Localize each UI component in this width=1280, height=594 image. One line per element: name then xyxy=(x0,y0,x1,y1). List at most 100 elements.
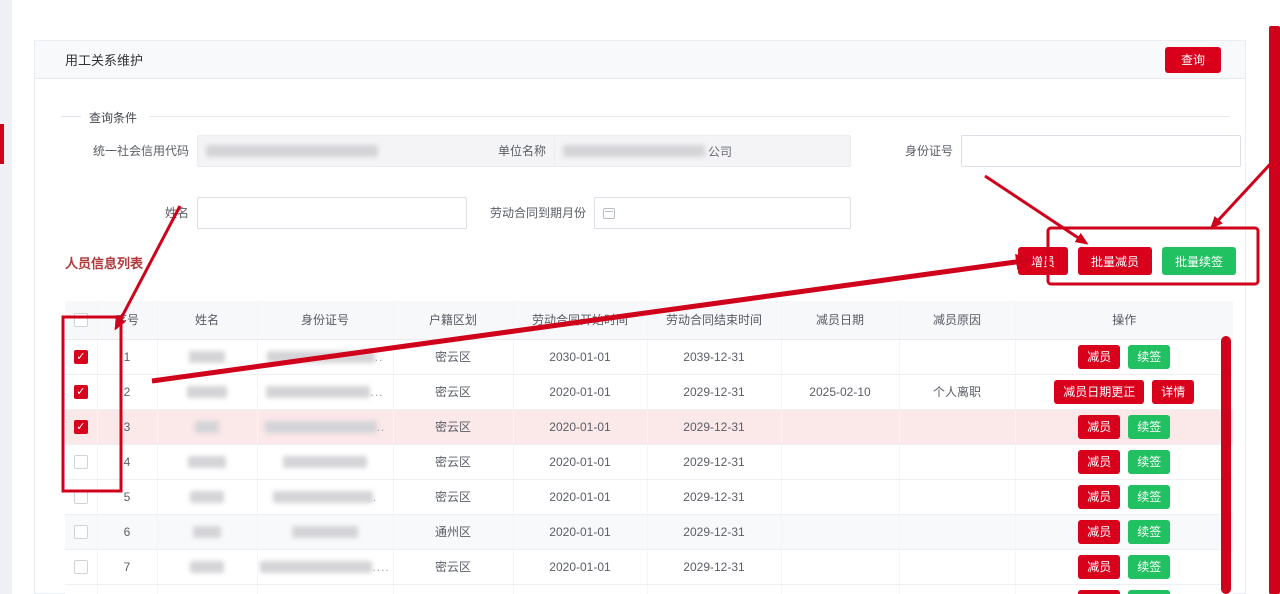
reduce-button[interactable]: 减员 xyxy=(1078,520,1120,544)
reduce-button[interactable]: 减员 xyxy=(1078,415,1120,439)
contract-end-cell: 2029-12-31 xyxy=(647,409,781,444)
contract-start-cell: 2020-01-01 xyxy=(513,514,647,549)
id-cell xyxy=(257,584,393,594)
reduce-date-cell xyxy=(781,584,899,594)
actions-cell: 减员日期更正详情 xyxy=(1015,374,1233,409)
reduce-reason-cell xyxy=(899,444,1015,479)
renew-button[interactable]: 续签 xyxy=(1128,450,1170,474)
contract-start-cell: 2020-01-01 xyxy=(513,409,647,444)
row-checkbox[interactable] xyxy=(74,455,88,469)
renew-button[interactable]: 续签 xyxy=(1128,415,1170,439)
region-cell: 密云区 xyxy=(393,374,513,409)
name-cell xyxy=(157,444,257,479)
renew-button[interactable]: 续签 xyxy=(1128,520,1170,544)
seq-cell: 8 xyxy=(97,584,157,594)
calendar-icon xyxy=(603,208,615,219)
contract-end-cell: 2029-12-31 xyxy=(647,549,781,584)
page-title: 用工关系维护 xyxy=(65,50,143,69)
name-input[interactable] xyxy=(197,197,467,229)
seq-cell: 3 xyxy=(97,409,157,444)
column-header: 减员日期 xyxy=(781,301,899,339)
contract-end-cell: 2029-12-31 xyxy=(647,444,781,479)
detail-button[interactable]: 详情 xyxy=(1152,380,1194,404)
contract-expiry-input[interactable] xyxy=(594,197,851,229)
reduce-date-cell xyxy=(781,444,899,479)
panel-header: 用工关系维护 查询 xyxy=(35,41,1245,79)
reduce-date-cell xyxy=(781,409,899,444)
table-row: 3..密云区2020-01-012029-12-31 减员续签 xyxy=(65,409,1233,444)
reduce-reason-cell xyxy=(899,549,1015,584)
contract-start-cell: 2020-01-01 xyxy=(513,444,647,479)
name-cell xyxy=(157,374,257,409)
reduce-reason-cell xyxy=(899,409,1015,444)
reduce-button[interactable]: 减员 xyxy=(1078,590,1120,594)
renew-button[interactable]: 续签 xyxy=(1128,555,1170,579)
row-checkbox[interactable] xyxy=(74,420,88,434)
id-number-label: 身份证号 xyxy=(875,135,953,167)
table-row: 4 密云区2020-01-012029-12-31 减员续签 xyxy=(65,444,1233,479)
reduce-reason-cell: 个人离职 xyxy=(899,374,1015,409)
select-cell xyxy=(65,479,97,514)
contract-start-cell: 2020-01-01 xyxy=(513,549,647,584)
row-checkbox[interactable] xyxy=(74,560,88,574)
row-checkbox[interactable] xyxy=(74,385,88,399)
reduce-button[interactable]: 减员 xyxy=(1078,485,1120,509)
actions-cell: 减员续签 xyxy=(1015,514,1233,549)
batch-renew-button[interactable]: 批量续签 xyxy=(1162,247,1236,275)
contract-expiry-label: 劳动合同到期月份 xyxy=(456,197,586,229)
select-cell xyxy=(65,584,97,594)
actions-cell: 减员续签 xyxy=(1015,339,1233,374)
select-all-checkbox[interactable] xyxy=(74,313,88,327)
name-cell xyxy=(157,549,257,584)
select-cell xyxy=(65,339,97,374)
actions-cell: 减员续签 xyxy=(1015,444,1233,479)
select-cell xyxy=(65,409,97,444)
add-member-button[interactable]: 增员 xyxy=(1018,247,1068,275)
employment-maintenance-screen: 用工关系维护 查询 查询条件 统一社会信用代码 单位名称 公司 身份证号 姓名 xyxy=(0,0,1280,594)
row-checkbox[interactable] xyxy=(74,490,88,504)
region-cell: 通州区 xyxy=(393,514,513,549)
personnel-table: 序号姓名身份证号户籍区划劳动合同开始时间劳动合同结束时间减员日期减员原因操作 1… xyxy=(65,301,1233,594)
reduce-date-cell xyxy=(781,549,899,584)
screen-right-bar xyxy=(1269,26,1280,594)
seq-cell: 4 xyxy=(97,444,157,479)
row-checkbox[interactable] xyxy=(74,350,88,364)
id-number-input[interactable] xyxy=(961,135,1241,167)
select-cell xyxy=(65,374,97,409)
company-name-label: 单位名称 xyxy=(456,135,546,167)
credit-code-label: 统一社会信用代码 xyxy=(49,135,189,167)
company-name-suffix: 公司 xyxy=(708,143,732,160)
reduce-button[interactable]: 减员 xyxy=(1078,450,1120,474)
renew-button[interactable]: 续签 xyxy=(1128,345,1170,369)
contract-start-cell xyxy=(513,584,647,594)
column-header: 身份证号 xyxy=(257,301,393,339)
name-cell xyxy=(157,479,257,514)
id-cell: . xyxy=(257,479,393,514)
reduce-button[interactable]: 减员 xyxy=(1078,345,1120,369)
column-header: 户籍区划 xyxy=(393,301,513,339)
contract-end-cell: 2029-12-31 xyxy=(647,514,781,549)
region-cell xyxy=(393,584,513,594)
reduce-button[interactable]: 减员 xyxy=(1078,555,1120,579)
query-button[interactable]: 查询 xyxy=(1165,47,1221,73)
seq-cell: 6 xyxy=(97,514,157,549)
id-cell: .. xyxy=(257,409,393,444)
contract-end-cell xyxy=(647,584,781,594)
name-cell xyxy=(157,409,257,444)
legend-dash xyxy=(61,116,81,117)
region-cell: 密云区 xyxy=(393,409,513,444)
contract-start-cell: 2020-01-01 xyxy=(513,374,647,409)
table-row: 2...密云区2020-01-012029-12-312025-02-10个人离… xyxy=(65,374,1233,409)
id-cell xyxy=(257,444,393,479)
row-checkbox[interactable] xyxy=(74,525,88,539)
region-cell: 密云区 xyxy=(393,444,513,479)
renew-button[interactable]: 续签 xyxy=(1128,590,1170,594)
renew-button[interactable]: 续签 xyxy=(1128,485,1170,509)
batch-reduce-button[interactable]: 批量减员 xyxy=(1078,247,1152,275)
table-row: 1..密云区2030-01-012039-12-31减员续签 xyxy=(65,339,1233,374)
region-cell: 密云区 xyxy=(393,339,513,374)
column-header: 姓名 xyxy=(157,301,257,339)
reduce-date-correct-button[interactable]: 减员日期更正 xyxy=(1054,380,1144,404)
company-name-input[interactable]: 公司 xyxy=(554,135,851,167)
actions-cell: 减员续签 xyxy=(1015,549,1233,584)
